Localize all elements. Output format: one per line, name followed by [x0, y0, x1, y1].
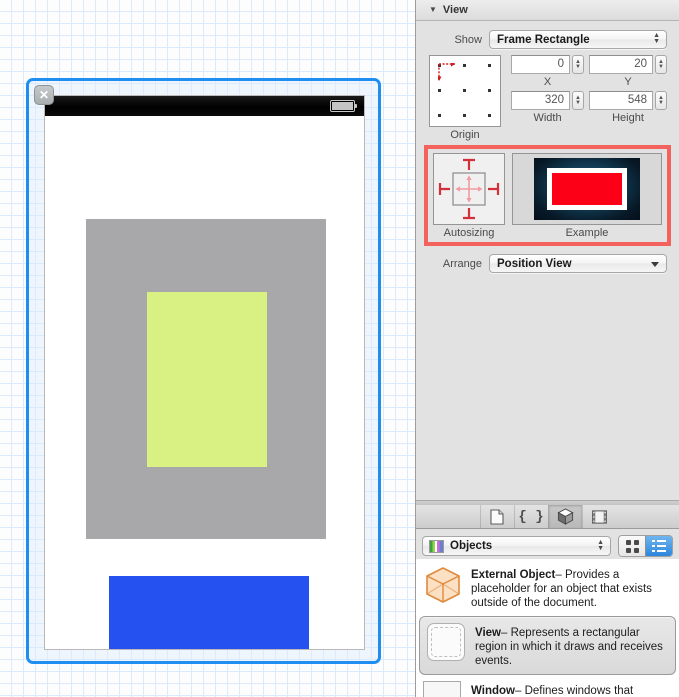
autosizing-highlight-annotation: Autosizing Example	[424, 145, 671, 246]
height-input[interactable]: 548	[589, 91, 653, 110]
view-section-header[interactable]: ▼ View	[416, 0, 679, 21]
origin-dot[interactable]	[463, 89, 466, 92]
xcode-interface-builder-window: ✕ ▼ View Show Frame Rectangle ▲ ▼ Origin…	[0, 0, 679, 697]
green-rectangle[interactable]	[147, 292, 267, 467]
frame-fields: 0 ▲ ▼ X 20 ▲ ▼ Y 320 ▲ ▼ Width 548 ▲ ▼ H…	[511, 55, 667, 141]
list-item-text: View– Represents a rectangular region in…	[475, 623, 667, 668]
library-view-toggle[interactable]	[618, 535, 673, 557]
width-field-group: 320 ▲ ▼ Width	[511, 91, 589, 124]
show-label: Show	[454, 33, 482, 46]
list-item-title: External Object	[471, 569, 556, 581]
list-view-icon[interactable]	[645, 536, 672, 556]
design-canvas[interactable]: ✕	[0, 0, 415, 697]
geometry-group: Origin 0 ▲ ▼ X 20 ▲ ▼ Y 320 ▲ ▼ Width 54…	[416, 49, 679, 141]
x-y-row: 0 ▲ ▼ X 20 ▲ ▼ Y	[511, 55, 667, 88]
status-bar	[45, 96, 364, 116]
window-rect-icon	[423, 681, 463, 697]
view-rect-icon	[427, 623, 467, 663]
origin-dot[interactable]	[438, 114, 441, 117]
autosizing-springs-struts-icon[interactable]	[433, 153, 505, 225]
list-item-title: Window	[471, 685, 515, 697]
width-label: Width	[533, 112, 562, 124]
attributes-inspector-panel: ▼ View Show Frame Rectangle ▲ ▼ Origin 0…	[415, 0, 679, 697]
arrange-label: Arrange	[442, 257, 482, 270]
selected-view-controller-frame[interactable]: ✕	[26, 78, 381, 664]
color-bars-icon	[429, 539, 444, 553]
section-title: View	[442, 4, 468, 16]
arrange-row: Arrange Position View	[416, 254, 679, 273]
y-label: Y	[624, 76, 632, 88]
list-item-dash: –	[555, 569, 562, 581]
blue-rectangle[interactable]	[109, 576, 309, 649]
example-red-rect	[552, 173, 622, 205]
origin-grid[interactable]	[429, 55, 501, 127]
grid-view-icon[interactable]	[619, 536, 645, 556]
list-item[interactable]: Window– Defines windows that manage and …	[416, 675, 679, 697]
close-x-icon[interactable]: ✕	[34, 85, 54, 105]
list-item-text: Window– Defines windows that manage and …	[471, 681, 671, 697]
list-item-title: View	[475, 627, 501, 639]
library-toolbar: { }	[416, 505, 679, 529]
objects-cube-icon[interactable]	[547, 505, 582, 528]
autosizing-label: Autosizing	[443, 227, 495, 239]
list-item-dash: –	[514, 685, 522, 697]
x-label: X	[543, 76, 552, 88]
height-field-group: 548 ▲ ▼ Height	[589, 91, 667, 124]
origin-dot[interactable]	[463, 64, 466, 67]
y-field-group: 20 ▲ ▼ Y	[589, 55, 667, 88]
battery-icon	[330, 100, 357, 112]
autosizing-example-preview	[512, 153, 662, 225]
example-label: Example	[565, 227, 609, 239]
show-popup-button[interactable]: Frame Rectangle ▲ ▼	[489, 30, 667, 49]
origin-label: Origin	[450, 129, 480, 141]
list-item[interactable]: External Object– Provides a placeholder …	[416, 559, 679, 616]
x-stepper[interactable]: ▲ ▼	[572, 55, 584, 74]
example-view-frame	[547, 168, 627, 210]
library-object-list[interactable]: External Object– Provides a placeholder …	[416, 559, 679, 697]
external-object-cube-icon	[423, 565, 463, 605]
chevron-down-icon[interactable]	[651, 262, 659, 267]
list-item-dash: –	[501, 627, 508, 639]
arrange-popup-button[interactable]: Position View	[489, 254, 667, 273]
show-row: Show Frame Rectangle ▲ ▼	[416, 30, 679, 49]
list-item[interactable]: View– Represents a rectangular region in…	[419, 616, 676, 675]
width-input[interactable]: 320	[511, 91, 570, 110]
autosizing-example: Example	[512, 153, 662, 239]
origin-dot[interactable]	[488, 64, 491, 67]
autosizing-control[interactable]: Autosizing	[433, 153, 505, 239]
height-stepper[interactable]: ▲ ▼	[655, 91, 667, 110]
arrange-value: Position View	[497, 257, 572, 270]
x-input[interactable]: 0	[511, 55, 570, 74]
library-filter-row: Objects ▲ ▼	[416, 533, 679, 559]
example-backdrop	[534, 158, 640, 220]
x-field-group: 0 ▲ ▼ X	[511, 55, 589, 88]
origin-control[interactable]: Origin	[429, 55, 501, 141]
code-snippet-icon[interactable]: { }	[513, 505, 548, 528]
media-film-icon[interactable]	[581, 505, 616, 528]
y-stepper[interactable]: ▲ ▼	[655, 55, 667, 74]
width-stepper[interactable]: ▲ ▼	[572, 91, 584, 110]
stepper-arrows-icon[interactable]: ▲ ▼	[597, 539, 604, 552]
height-label: Height	[612, 112, 644, 124]
device-screen[interactable]	[44, 95, 365, 650]
triangle-down-icon[interactable]: ▼	[429, 6, 437, 14]
origin-dot[interactable]	[463, 114, 466, 117]
origin-arrow-icon	[438, 63, 455, 81]
origin-dot[interactable]	[438, 89, 441, 92]
library-filter-popup[interactable]: Objects ▲ ▼	[422, 536, 611, 556]
list-item-text: External Object– Provides a placeholder …	[471, 565, 671, 610]
library-filter-value: Objects	[450, 540, 493, 552]
origin-dot[interactable]	[488, 114, 491, 117]
show-value: Frame Rectangle	[497, 33, 590, 46]
y-input[interactable]: 20	[589, 55, 653, 74]
origin-dot[interactable]	[488, 89, 491, 92]
width-height-row: 320 ▲ ▼ Width 548 ▲ ▼ Height	[511, 91, 667, 124]
file-template-icon[interactable]	[479, 505, 514, 528]
stepper-arrows-icon[interactable]: ▲ ▼	[653, 32, 660, 45]
